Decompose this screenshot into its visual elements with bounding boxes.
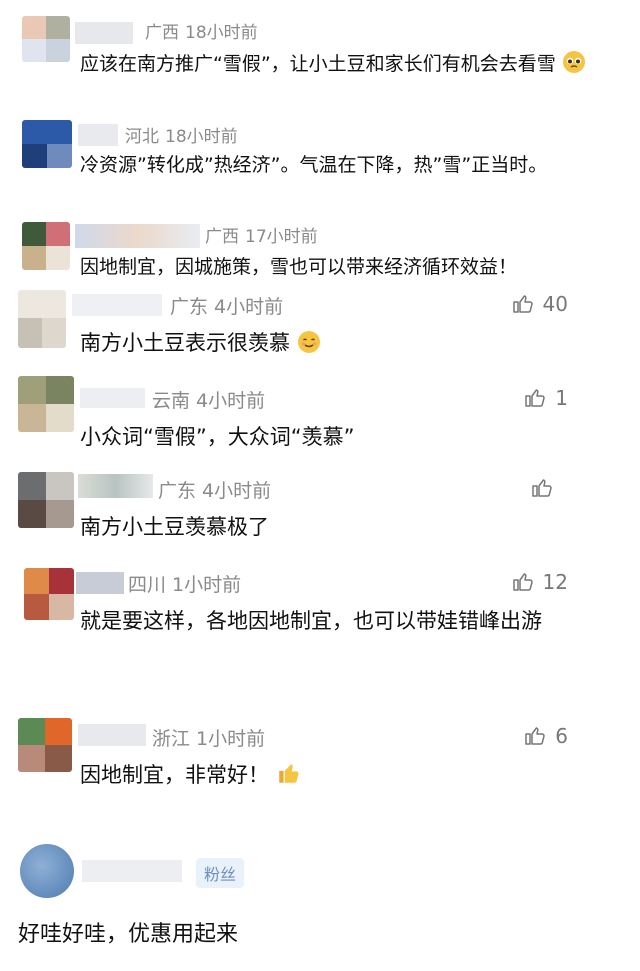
- comment-item: 广东 4小时前 40 南方小土豆表示很羡慕: [0, 282, 640, 370]
- avatar[interactable]: [18, 376, 74, 432]
- like-count: 12: [542, 570, 568, 594]
- comment-text-content: 应该在南方推广“雪假”，让小土豆和家长们有机会去看雪: [80, 53, 556, 75]
- comment-time: 18小时前: [165, 127, 238, 147]
- pleading-face-icon: [562, 49, 586, 87]
- comment-region: 广西: [145, 23, 179, 43]
- avatar[interactable]: [18, 472, 74, 528]
- comment-text: 好哇好哇，优惠用起来: [18, 916, 580, 954]
- blurred-username: [82, 860, 182, 882]
- blurred-username: [80, 388, 145, 408]
- comment-item: 广西 18小时前 应该在南方推广“雪假”，让小土豆和家长们有机会去看雪: [0, 0, 640, 100]
- comment-text-content: 因地制宜，因城施策，雪也可以带来经济循环效益！: [80, 256, 518, 278]
- comment-region: 云南: [152, 390, 191, 412]
- like-count: 1: [555, 386, 568, 410]
- avatar[interactable]: [22, 222, 70, 270]
- comment-text: 因地制宜，因城施策，雪也可以带来经济循环效益！: [80, 248, 628, 286]
- comment-region: 四川: [128, 574, 167, 596]
- comment-time: 4小时前: [196, 390, 266, 412]
- comment-feed: 广西 18小时前 应该在南方推广“雪假”，让小土豆和家长们有机会去看雪 河北 18小…: [0, 0, 640, 971]
- blurred-username: [72, 294, 162, 316]
- thumbs-up-icon: [276, 760, 302, 798]
- blurred-username: [78, 724, 146, 746]
- comment-meta: 广东 4小时前: [170, 292, 283, 319]
- avatar[interactable]: [22, 16, 70, 62]
- comment-text: 因地制宜，非常好！: [80, 756, 580, 798]
- comment-item: 河北 18小时前 冷资源”转化成”热经济”。气温在下降，热”雪”正当时。: [0, 108, 640, 208]
- comment-meta: 四川 1小时前: [128, 570, 241, 597]
- comment-text: 冷资源”转化成”热经济”。气温在下降，热”雪”正当时。: [80, 146, 628, 184]
- comment-text-content: 因地制宜，非常好！: [80, 763, 269, 787]
- comment-meta: 浙江 1小时前: [152, 724, 265, 751]
- smiling-face-icon: [297, 328, 321, 366]
- comment-region: 河北: [125, 127, 159, 147]
- thumbs-up-icon: [525, 389, 545, 407]
- comment-time: 4小时前: [202, 480, 272, 502]
- comment-text: 就是要这样，各地因地制宜，也可以带娃错峰出游: [80, 602, 570, 640]
- comment-text-content: 冷资源”转化成”热经济”。气温在下降，热”雪”正当时。: [80, 154, 548, 176]
- comment-time: 17小时前: [245, 227, 318, 247]
- comment-text-content: 好哇好哇，优惠用起来: [18, 922, 239, 947]
- comment-item: 粉丝 好哇好哇，优惠用起来: [0, 826, 640, 971]
- fan-badge: 粉丝: [196, 858, 245, 888]
- thumbs-up-icon: [525, 727, 545, 745]
- comment-time: 18小时前: [185, 23, 258, 43]
- blurred-username: [78, 124, 118, 146]
- comment-text: 应该在南方推广“雪假”，让小土豆和家长们有机会去看雪: [80, 45, 628, 87]
- like-button[interactable]: 12: [511, 570, 568, 594]
- avatar[interactable]: [20, 844, 74, 898]
- comment-region: 广西: [205, 227, 239, 247]
- avatar[interactable]: [22, 120, 72, 168]
- blurred-username: [75, 224, 200, 248]
- like-button[interactable]: 6: [523, 724, 568, 748]
- comment-meta: 河北 18小时前: [125, 122, 238, 147]
- thumbs-up-icon: [532, 479, 552, 497]
- comment-item: 广东 4小时前 南方小土豆羡慕极了: [0, 464, 640, 554]
- comment-item: 云南 4小时前 1 小众词“雪假”，大众词“羡慕”: [0, 372, 640, 462]
- comment-meta: 云南 4小时前: [152, 386, 265, 413]
- comment-time: 4小时前: [214, 296, 284, 318]
- avatar[interactable]: [18, 718, 72, 772]
- avatar[interactable]: [24, 568, 74, 620]
- comment-time: 1小时前: [172, 574, 242, 596]
- blurred-username: [76, 572, 124, 594]
- comment-text: 南方小土豆表示很羡慕: [80, 324, 580, 366]
- comment-region: 广东: [158, 480, 197, 502]
- thumbs-up-icon: [512, 295, 533, 313]
- comment-item: 广西 17小时前 因地制宜，因城施策，雪也可以带来经济循环效益！: [0, 212, 640, 282]
- like-count: 6: [555, 724, 568, 748]
- comment-text-content: 南方小土豆表示很羡慕: [80, 331, 290, 355]
- comment-meta: 广西 17小时前: [205, 222, 318, 247]
- avatar[interactable]: [18, 290, 66, 348]
- comment-text-content: 南方小土豆羡慕极了: [80, 515, 269, 539]
- comment-item: 浙江 1小时前 6 因地制宜，非常好！: [0, 712, 640, 808]
- comment-time: 1小时前: [196, 728, 266, 750]
- like-button[interactable]: 1: [523, 386, 568, 410]
- comment-text-content: 小众词“雪假”，大众词“羡慕”: [80, 425, 355, 449]
- like-button[interactable]: [530, 476, 562, 500]
- comment-text: 小众词“雪假”，大众词“羡慕”: [80, 418, 580, 456]
- like-button[interactable]: 40: [511, 292, 568, 316]
- comment-text-content: 就是要这样，各地因地制宜，也可以带娃错峰出游: [80, 609, 542, 633]
- blurred-username: [75, 22, 133, 44]
- comment-meta: 广西 18小时前: [145, 18, 258, 43]
- comment-item: 四川 1小时前 12 就是要这样，各地因地制宜，也可以带娃错峰出游: [0, 560, 640, 700]
- blurred-username: [78, 474, 153, 498]
- comment-region: 广东: [170, 296, 209, 318]
- comment-text: 南方小土豆羡慕极了: [80, 508, 580, 546]
- like-count: 40: [542, 292, 568, 316]
- comment-meta: 广东 4小时前: [158, 476, 271, 503]
- thumbs-up-icon: [512, 573, 533, 591]
- comment-region: 浙江: [152, 728, 191, 750]
